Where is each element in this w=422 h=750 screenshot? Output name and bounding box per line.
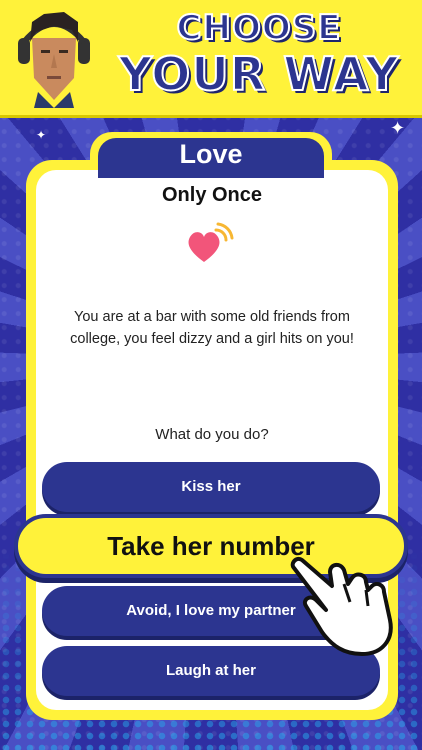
avatar bbox=[18, 12, 90, 108]
category-tab: Love bbox=[98, 138, 324, 178]
header-banner: CHOOSE YOUR WAY bbox=[0, 0, 422, 115]
sparkle-icon: ✦ bbox=[36, 128, 47, 142]
story-text: You are at a bar with some old friends f… bbox=[70, 309, 354, 347]
choice-kiss-her-button[interactable]: Kiss her bbox=[42, 462, 380, 512]
sparkle-icon: ✦ bbox=[390, 118, 406, 138]
title-line-1: CHOOSE bbox=[176, 7, 342, 49]
title-line-2: YOUR WAY bbox=[118, 47, 400, 101]
app-title: CHOOSE YOUR WAY bbox=[100, 7, 418, 101]
heart-wifi-icon bbox=[188, 222, 234, 262]
pointing-hand-icon bbox=[290, 557, 393, 656]
story-title: Only Once bbox=[161, 184, 263, 206]
question-text: What do you do? bbox=[155, 426, 269, 443]
